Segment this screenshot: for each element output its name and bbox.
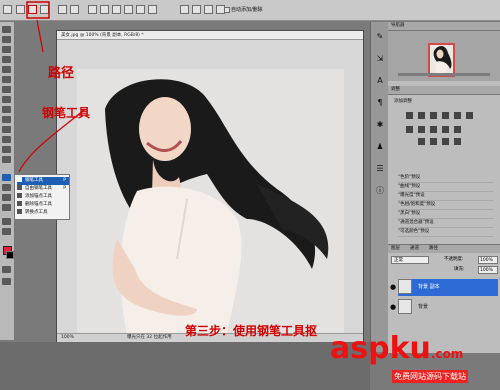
paths-mode-highlight [26, 1, 50, 19]
aspku-subtitle: 免费网站源码下载站 [392, 370, 468, 383]
path-annotation: 路径 [48, 66, 75, 81]
aspku-logo: aspku.com [330, 331, 464, 366]
step-annotation: 第三步：使用钢笔工具抠 [185, 324, 318, 338]
path-annotation-arrow [36, 19, 44, 53]
pen-tool-annotation: 钢笔工具 [42, 106, 91, 120]
